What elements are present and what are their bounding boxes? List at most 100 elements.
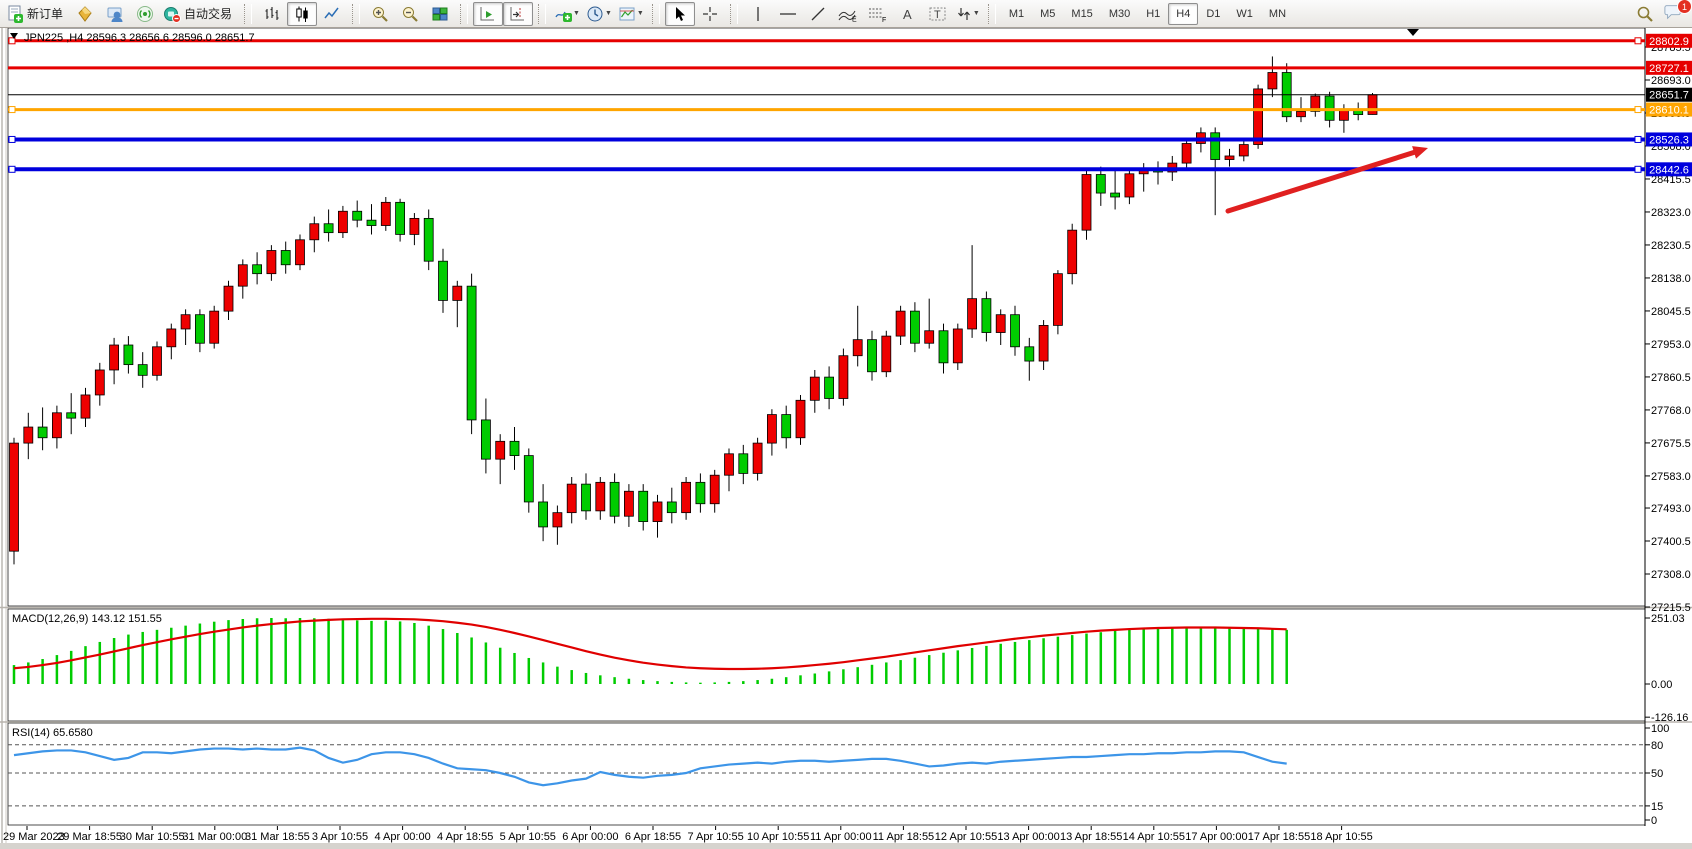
line-chart-button[interactable] — [317, 2, 347, 26]
vertical-line-tool[interactable] — [743, 2, 773, 26]
candle — [67, 413, 76, 418]
date-tick-label: 4 Apr 18:55 — [437, 831, 493, 843]
date-tick-label: 12 Apr 10:55 — [935, 831, 997, 843]
arrows-dropdown-caret[interactable]: ▼ — [973, 10, 980, 17]
candle — [968, 299, 977, 329]
arrows-tool-icon — [956, 6, 972, 22]
toolbar-separator — [730, 4, 738, 24]
autotrade-icon — [163, 5, 181, 23]
line-handle[interactable] — [1635, 107, 1641, 113]
timeframe-H1[interactable]: H1 — [1138, 3, 1168, 25]
candle — [639, 491, 648, 521]
price-label-text: 28651.7 — [1649, 90, 1689, 102]
bar-chart-button[interactable] — [257, 2, 287, 26]
chart-canvas[interactable]: 28785.528693.028600.528508.028415.528323… — [0, 0, 1692, 849]
candle — [367, 220, 376, 225]
candle — [939, 331, 948, 363]
price-tick-label: 28323.0 — [1651, 207, 1691, 219]
price-label-text: 28442.6 — [1649, 164, 1689, 176]
timeframe-MN[interactable]: MN — [1261, 3, 1294, 25]
equidistant-channel-tool[interactable]: E — [833, 2, 863, 26]
line-handle[interactable] — [1635, 136, 1641, 142]
chart-shift-button[interactable] — [503, 2, 533, 26]
candle — [753, 443, 762, 473]
timeframe-M30[interactable]: M30 — [1101, 3, 1138, 25]
fibonacci-tool[interactable]: F — [863, 2, 893, 26]
zoom-in-button[interactable] — [365, 2, 395, 26]
timeframe-M15[interactable]: M15 — [1063, 3, 1100, 25]
templates-button[interactable]: ▼ — [615, 2, 647, 26]
line-handle[interactable] — [1635, 166, 1641, 172]
candle — [410, 218, 419, 234]
candle — [610, 482, 619, 516]
templates-icon — [618, 5, 636, 23]
timeframe-M1[interactable]: M1 — [1001, 3, 1032, 25]
timeframe-W1[interactable]: W1 — [1228, 3, 1261, 25]
candle — [210, 311, 219, 343]
indicators-button[interactable]: ▼ — [551, 2, 583, 26]
indicators-dropdown-caret[interactable]: ▼ — [573, 10, 580, 17]
line-handle[interactable] — [9, 136, 15, 142]
candle — [725, 454, 734, 475]
line-handle[interactable] — [9, 166, 15, 172]
arrows-tool[interactable]: ▼ — [953, 2, 983, 26]
rsi-panel[interactable] — [8, 723, 1645, 825]
candle — [839, 356, 848, 399]
svg-text:T: T — [934, 9, 941, 21]
rsi-scale-label: 100 — [1651, 723, 1669, 735]
autotrade-button[interactable]: 自动交易 — [160, 2, 239, 26]
templates-dropdown-caret[interactable]: ▼ — [637, 10, 644, 17]
new-order-button[interactable]: 新订单 — [3, 2, 70, 26]
text-icon: A — [901, 6, 915, 22]
timeframe-H4[interactable]: H4 — [1168, 3, 1198, 25]
trendline-tool[interactable] — [803, 2, 833, 26]
timeframe-group: M1M5M15M30H1H4D1W1MN — [998, 0, 1297, 27]
text-tool[interactable]: A — [893, 2, 923, 26]
date-tick-label: 3 Apr 10:55 — [312, 831, 368, 843]
price-tick-label: 27493.0 — [1651, 503, 1691, 515]
notifications-button[interactable]: 1 — [1664, 3, 1684, 24]
objects-group: ▼ ▼ ▼ — [548, 0, 650, 27]
date-tick-label: 17 Apr 18:55 — [1248, 831, 1310, 843]
date-tick-label: 18 Apr 10:55 — [1310, 831, 1372, 843]
tile-windows-button[interactable] — [425, 2, 455, 26]
cursor-button[interactable] — [665, 2, 695, 26]
candle — [868, 340, 877, 372]
candlestick-chart-button[interactable] — [287, 2, 317, 26]
profile-button[interactable] — [100, 2, 130, 26]
candle — [24, 427, 33, 443]
periods-button[interactable]: ▼ — [583, 2, 615, 26]
candle — [767, 415, 776, 444]
zoom-group — [362, 0, 458, 27]
date-tick-label: 31 Mar 18:55 — [245, 831, 310, 843]
toolbar-right-group: 1 — [1636, 0, 1684, 27]
periods-dropdown-caret[interactable]: ▼ — [605, 10, 612, 17]
search-icon[interactable] — [1636, 5, 1654, 23]
signals-button[interactable] — [130, 2, 160, 26]
line-handle[interactable] — [1635, 38, 1641, 44]
macd-scale-label: 0.00 — [1651, 679, 1672, 691]
candle — [810, 377, 819, 400]
horizontal-line-tool[interactable] — [773, 2, 803, 26]
mt4-window: { "toolbar": { "new_order_label": "新订单",… — [0, 0, 1692, 849]
candle — [296, 240, 305, 265]
auto-scroll-button[interactable] — [473, 2, 503, 26]
candle — [825, 377, 834, 398]
timeframe-M5[interactable]: M5 — [1032, 3, 1063, 25]
main-chart-panel[interactable] — [8, 28, 1645, 606]
crosshair-button[interactable] — [695, 2, 725, 26]
text-label-tool[interactable]: T — [923, 2, 953, 26]
styler-button[interactable] — [70, 2, 100, 26]
price-tick-label: 27953.0 — [1651, 339, 1691, 351]
new-order-icon — [6, 5, 24, 23]
candle — [696, 482, 705, 503]
line-handle[interactable] — [9, 107, 15, 113]
candle — [539, 502, 548, 527]
profile-icon — [106, 5, 124, 23]
timeframe-D1[interactable]: D1 — [1198, 3, 1228, 25]
toolbar-separator — [244, 4, 252, 24]
date-tick-label: 31 Mar 00:00 — [182, 831, 247, 843]
svg-text:E: E — [852, 16, 857, 22]
zoom-out-button[interactable] — [395, 2, 425, 26]
candle — [567, 484, 576, 513]
